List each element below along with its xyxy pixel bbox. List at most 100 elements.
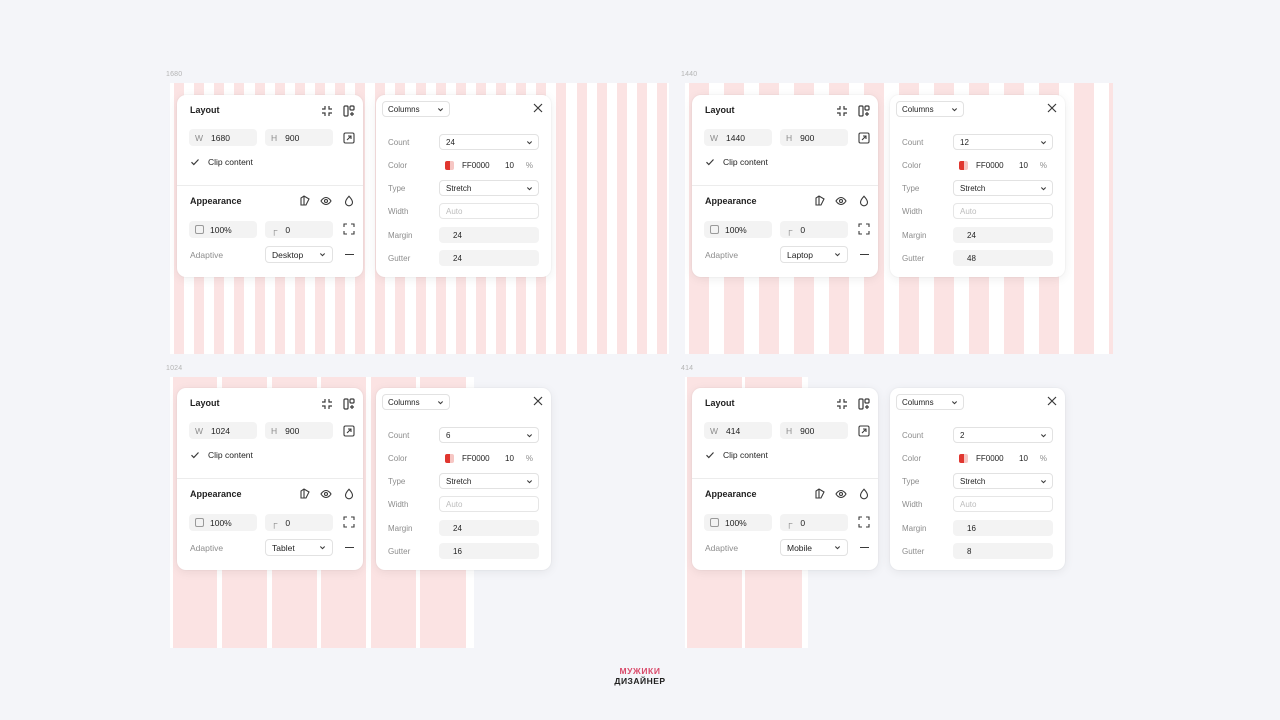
drop-icon[interactable]: [858, 195, 870, 207]
resize-to-fit-icon[interactable]: [858, 132, 870, 144]
eye-icon[interactable]: [835, 488, 847, 500]
eye-icon[interactable]: [320, 488, 332, 500]
collapse-icon[interactable]: [836, 105, 848, 117]
chevron-down-icon: [1040, 480, 1047, 484]
grid-type-dropdown[interactable]: Columns: [382, 394, 450, 410]
height-field[interactable]: H 900: [265, 129, 333, 146]
remove-icon[interactable]: [345, 547, 354, 549]
gutter-input[interactable]: 24: [439, 250, 539, 266]
count-select[interactable]: 6: [439, 427, 539, 443]
width-label: Width: [902, 500, 923, 509]
grid-type-dropdown[interactable]: Columns: [382, 101, 450, 117]
color-field[interactable]: FF0000 10%: [439, 157, 539, 173]
width-field[interactable]: W 1440: [704, 129, 772, 146]
color-swatch[interactable]: [445, 453, 454, 463]
collapse-icon[interactable]: [321, 398, 333, 410]
column-width-input[interactable]: Auto: [953, 496, 1053, 512]
color-field[interactable]: FF0000 10%: [953, 157, 1053, 173]
gutter-input[interactable]: 8: [953, 543, 1053, 559]
margin-input[interactable]: 16: [953, 520, 1053, 536]
independent-corners-icon[interactable]: [858, 516, 870, 528]
grid-column: [577, 83, 587, 354]
height-field[interactable]: H 900: [780, 129, 848, 146]
drop-icon[interactable]: [343, 488, 355, 500]
color-swatch[interactable]: [445, 160, 454, 170]
layout-grid-icon[interactable]: [343, 398, 355, 410]
radius-field[interactable]: ┌ 0: [780, 221, 848, 238]
color-opacity: 10: [1019, 453, 1028, 463]
width-label: Width: [902, 207, 923, 216]
column-width-input[interactable]: Auto: [439, 496, 539, 512]
width-field[interactable]: W 1024: [189, 422, 257, 439]
type-select[interactable]: Stretch: [953, 473, 1053, 489]
remove-icon[interactable]: [860, 547, 869, 549]
opacity-value: 100%: [725, 224, 747, 235]
layout-grid-icon[interactable]: [858, 105, 870, 117]
grid-type-dropdown[interactable]: Columns: [896, 394, 964, 410]
gutter-value: 24: [453, 253, 462, 263]
count-select[interactable]: 24: [439, 134, 539, 150]
gutter-input[interactable]: 16: [439, 543, 539, 559]
count-select[interactable]: 2: [953, 427, 1053, 443]
collapse-icon[interactable]: [836, 398, 848, 410]
independent-corners-icon[interactable]: [343, 516, 355, 528]
close-icon[interactable]: [1047, 103, 1057, 113]
style-icon[interactable]: [814, 195, 826, 207]
close-icon[interactable]: [1047, 396, 1057, 406]
layout-grid-icon[interactable]: [858, 398, 870, 410]
width-field[interactable]: W 1680: [189, 129, 257, 146]
style-icon[interactable]: [299, 195, 311, 207]
eye-icon[interactable]: [835, 195, 847, 207]
color-field[interactable]: FF0000 10%: [953, 450, 1053, 466]
collapse-icon[interactable]: [321, 105, 333, 117]
layout-grid-icon[interactable]: [343, 105, 355, 117]
color-swatch[interactable]: [959, 453, 968, 463]
eye-icon[interactable]: [320, 195, 332, 207]
type-select[interactable]: Stretch: [953, 180, 1053, 196]
radius-field[interactable]: ┌ 0: [780, 514, 848, 531]
color-field[interactable]: FF0000 10%: [439, 450, 539, 466]
opacity-field[interactable]: 100%: [704, 514, 772, 531]
radius-field[interactable]: ┌ 0: [265, 221, 333, 238]
clip-content-checkbox[interactable]: Clip content: [705, 450, 768, 460]
resize-to-fit-icon[interactable]: [343, 132, 355, 144]
height-field[interactable]: H 900: [265, 422, 333, 439]
independent-corners-icon[interactable]: [343, 223, 355, 235]
gutter-input[interactable]: 48: [953, 250, 1053, 266]
count-select[interactable]: 12: [953, 134, 1053, 150]
divider: [692, 185, 878, 186]
drop-icon[interactable]: [343, 195, 355, 207]
opacity-field[interactable]: 100%: [704, 221, 772, 238]
clip-content-checkbox[interactable]: Clip content: [190, 157, 253, 167]
margin-input[interactable]: 24: [439, 520, 539, 536]
type-select[interactable]: Stretch: [439, 180, 539, 196]
column-width-input[interactable]: Auto: [439, 203, 539, 219]
opacity-field[interactable]: 100%: [189, 514, 257, 531]
type-select[interactable]: Stretch: [439, 473, 539, 489]
style-icon[interactable]: [814, 488, 826, 500]
opacity-field[interactable]: 100%: [189, 221, 257, 238]
adaptive-select[interactable]: Tablet: [265, 539, 333, 556]
radius-field[interactable]: ┌ 0: [265, 514, 333, 531]
margin-input[interactable]: 24: [439, 227, 539, 243]
adaptive-select[interactable]: Laptop: [780, 246, 848, 263]
drop-icon[interactable]: [858, 488, 870, 500]
color-swatch[interactable]: [959, 160, 968, 170]
resize-to-fit-icon[interactable]: [343, 425, 355, 437]
height-field[interactable]: H 900: [780, 422, 848, 439]
resize-to-fit-icon[interactable]: [858, 425, 870, 437]
column-width-input[interactable]: Auto: [953, 203, 1053, 219]
independent-corners-icon[interactable]: [858, 223, 870, 235]
remove-icon[interactable]: [860, 254, 869, 256]
close-icon[interactable]: [533, 396, 543, 406]
width-field[interactable]: W 414: [704, 422, 772, 439]
remove-icon[interactable]: [345, 254, 354, 256]
style-icon[interactable]: [299, 488, 311, 500]
margin-input[interactable]: 24: [953, 227, 1053, 243]
adaptive-select[interactable]: Desktop: [265, 246, 333, 263]
adaptive-select[interactable]: Mobile: [780, 539, 848, 556]
close-icon[interactable]: [533, 103, 543, 113]
clip-content-checkbox[interactable]: Clip content: [705, 157, 768, 167]
clip-content-checkbox[interactable]: Clip content: [190, 450, 253, 460]
grid-type-dropdown[interactable]: Columns: [896, 101, 964, 117]
